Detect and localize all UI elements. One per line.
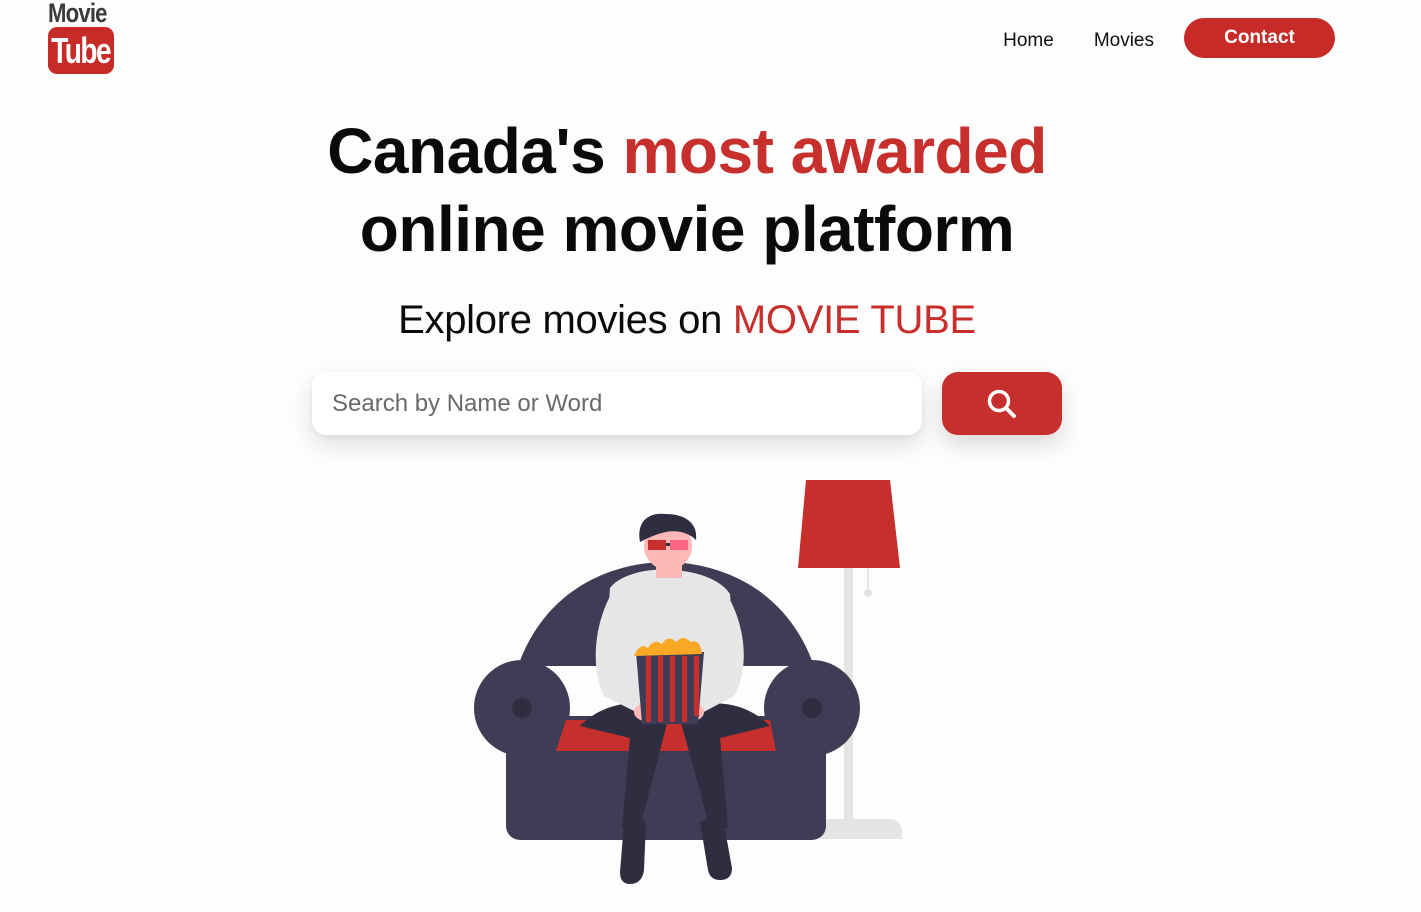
- search-input[interactable]: [312, 372, 922, 435]
- hero-headline: Canada's most awarded online movie platf…: [0, 112, 1374, 268]
- nav-home-link[interactable]: Home: [1003, 24, 1054, 52]
- popcorn-bucket: [634, 638, 704, 724]
- logo-box-text: Tube: [51, 29, 112, 71]
- logo-top-text: Movie: [48, 0, 107, 28]
- subhead-accent: MOVIE TUBE: [732, 298, 976, 342]
- page: Movie Tube Home Movies Contact Canada's …: [0, 0, 1421, 912]
- hero-subhead: Explore movies on MOVIE TUBE: [0, 298, 1374, 343]
- logo[interactable]: Movie Tube: [46, 0, 116, 76]
- search-icon: [987, 389, 1016, 418]
- contact-button[interactable]: Contact: [1184, 18, 1335, 58]
- search-button[interactable]: [942, 372, 1062, 435]
- main-nav: Home Movies Contact: [1003, 18, 1335, 58]
- headline-accent: most awarded: [622, 115, 1047, 187]
- logo-box: Tube: [48, 27, 114, 74]
- search-box: [312, 372, 922, 435]
- subhead-part1: Explore movies on: [398, 298, 733, 342]
- nav-movies-link[interactable]: Movies: [1094, 24, 1154, 52]
- headline-part1: Canada's: [327, 115, 623, 187]
- headline-line2: online movie platform: [359, 193, 1015, 265]
- person-watching-movie-illustration: [474, 480, 902, 884]
